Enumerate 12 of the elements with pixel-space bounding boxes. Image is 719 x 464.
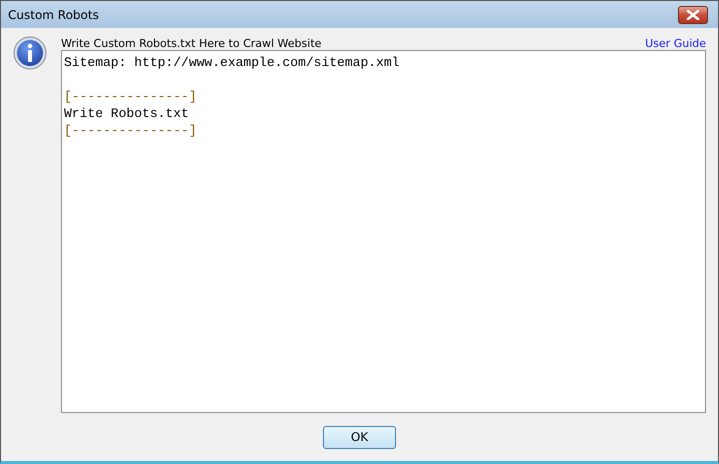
ok-button[interactable]: OK: [323, 426, 396, 448]
marker-line: [---------------]: [64, 122, 198, 139]
marker-line: [---------------]: [64, 88, 198, 105]
info-icon: [13, 36, 47, 70]
window-title: Custom Robots: [8, 8, 99, 22]
text-editor[interactable]: Sitemap: http://www.example.com/sitemap.xml [---------------] Write Robots.txt [---------------]: [61, 50, 706, 413]
code-line: Write Robots.txt: [64, 105, 190, 122]
close-button[interactable]: [678, 6, 708, 24]
user-guide-link[interactable]: User Guide: [645, 37, 706, 50]
prompt-label: Write Custom Robots.txt Here to Crawl Website: [61, 37, 322, 50]
code-line: Sitemap: http://www.example.com/sitemap.xml: [64, 54, 400, 71]
close-icon: [686, 10, 700, 20]
